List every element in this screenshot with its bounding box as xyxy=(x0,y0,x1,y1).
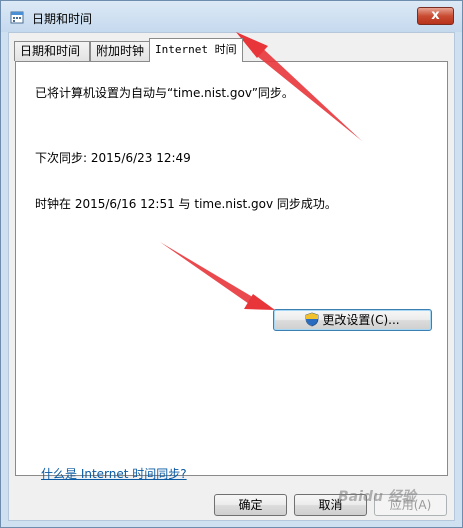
watermark: Baidu 经验 xyxy=(338,489,416,505)
title-bar[interactable]: 日期和时间 x xyxy=(1,1,462,32)
tab-internet-time[interactable]: Internet 时间 xyxy=(149,38,243,62)
change-settings-button[interactable]: 更改设置(C)... xyxy=(273,309,432,331)
window-title: 日期和时间 xyxy=(32,12,93,26)
tab-date-time[interactable]: 日期和时间 xyxy=(14,41,90,61)
ok-button[interactable]: 确定 xyxy=(214,494,287,516)
close-icon: x xyxy=(431,8,440,23)
date-time-dialog: 日期和时间 x 日期和时间 附加时钟 Internet 时间 已将计算机设置为自… xyxy=(0,0,463,528)
last-sync-text: 时钟在 2015/6/16 12:51 与 time.nist.gov 同步成功… xyxy=(35,197,337,211)
uac-shield-icon xyxy=(306,312,319,327)
tab-additional-clocks[interactable]: 附加时钟 xyxy=(90,41,150,61)
calendar-clock-icon xyxy=(10,11,24,24)
dialog-client: 日期和时间 附加时钟 Internet 时间 已将计算机设置为自动与“time.… xyxy=(8,32,455,521)
close-button[interactable]: x xyxy=(417,7,454,25)
next-sync-text: 下次同步: 2015/6/23 12:49 xyxy=(35,151,191,165)
auto-sync-text: 已将计算机设置为自动与“time.nist.gov”同步。 xyxy=(35,86,294,100)
change-settings-label: 更改设置(C)... xyxy=(322,313,400,327)
help-link[interactable]: 什么是 Internet 时间同步? xyxy=(41,465,187,482)
internet-time-panel: 已将计算机设置为自动与“time.nist.gov”同步。 下次同步: 2015… xyxy=(15,61,448,481)
